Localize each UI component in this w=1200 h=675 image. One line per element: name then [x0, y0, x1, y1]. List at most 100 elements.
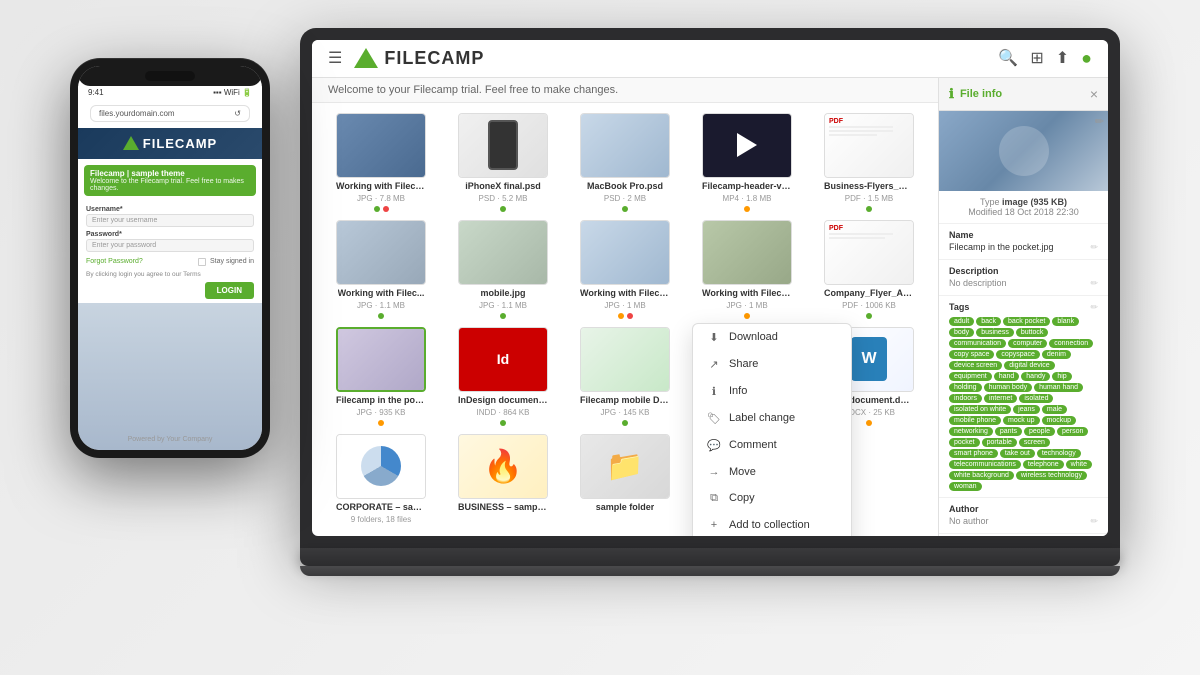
author-edit-icon[interactable]: ✏ [1090, 516, 1098, 527]
tag[interactable]: smart phone [949, 449, 998, 458]
phone-login-button[interactable]: LOGIN [205, 282, 254, 299]
tag[interactable]: white background [949, 471, 1014, 480]
file-item[interactable]: MacBook Pro.psd PSD · 2 MB [568, 113, 682, 212]
phone-username-input[interactable]: Enter your username [86, 214, 254, 227]
tag[interactable]: communication [949, 339, 1006, 348]
file-name: mobile.jpg [481, 288, 526, 298]
phone-stay-signed-checkbox[interactable] [198, 258, 206, 266]
file-item[interactable]: iPhoneX final.psd PSD · 5.2 MB [446, 113, 560, 212]
file-item[interactable]: Working with Filec... JPG · 1.1 MB [324, 220, 438, 319]
tag[interactable]: business [976, 328, 1014, 337]
context-menu-copy[interactable]: ⧉ Copy [693, 485, 851, 512]
tag[interactable]: handy [1021, 372, 1050, 381]
tag[interactable]: computer [1008, 339, 1047, 348]
tag[interactable]: screen [1019, 438, 1050, 447]
name-edit-icon[interactable]: ✏ [1090, 242, 1098, 253]
file-meta: 9 folders, 18 files [351, 515, 411, 524]
file-item[interactable]: Id InDesign document... INDD · 864 KB [446, 327, 560, 426]
tag[interactable]: copy space [949, 350, 994, 359]
tag[interactable]: pocket [949, 438, 980, 447]
context-menu-label-change[interactable]: 🏷 Label change [693, 405, 851, 432]
tag[interactable]: wireless technology [1016, 471, 1087, 480]
chart-icon [361, 446, 401, 486]
file-item[interactable]: Filecamp mobile DAM.jpg JPG · 145 KB [568, 327, 682, 426]
tag[interactable]: back [976, 317, 1001, 326]
tag[interactable]: telecommunications [949, 460, 1021, 469]
tag[interactable]: holding [949, 383, 982, 392]
tags-edit-icon[interactable]: ✏ [1090, 302, 1098, 314]
tag[interactable]: isolated [1019, 394, 1053, 403]
context-label-change-label: Label change [729, 412, 795, 424]
context-menu-download[interactable]: ⬇ Download [693, 324, 851, 351]
search-icon[interactable]: 🔍 [998, 48, 1018, 68]
tags-label: Tags [949, 302, 969, 312]
file-item[interactable]: Working with Filecamp 6.jpg JPG · 1 MB [568, 220, 682, 319]
tag[interactable]: people [1024, 427, 1055, 436]
context-menu-add-collection[interactable]: + Add to collection [693, 512, 851, 536]
tag[interactable]: jeans [1013, 405, 1040, 414]
tag[interactable]: white [1066, 460, 1092, 469]
tag[interactable]: device screen [949, 361, 1002, 370]
phone-url-bar[interactable]: files.yourdomain.com ↺ [90, 105, 250, 122]
tag[interactable]: internet [984, 394, 1017, 403]
user-icon[interactable]: ● [1081, 48, 1092, 69]
menu-icon[interactable]: ☰ [328, 48, 342, 68]
status-dot [500, 206, 506, 212]
tag[interactable]: human body [984, 383, 1033, 392]
tag[interactable]: digital device [1004, 361, 1054, 370]
tag[interactable]: hand [994, 372, 1020, 381]
context-menu-comment[interactable]: 💬 Comment [693, 432, 851, 459]
laptop-mockup: ☰ FILECAMP 🔍 ⊞ ⬆ ● [300, 28, 1120, 608]
tag[interactable]: mockup [1042, 416, 1077, 425]
file-item[interactable]: Filecamp-header-video.mp4 MP4 · 1.8 MB [690, 113, 804, 212]
tag[interactable]: body [949, 328, 974, 337]
file-item[interactable]: Working with Filecamp 3.jpg JPG · 1 MB [690, 220, 804, 319]
tag[interactable]: back pocket [1003, 317, 1050, 326]
tag[interactable]: person [1057, 427, 1088, 436]
tag[interactable]: pants [995, 427, 1022, 436]
preview-edit-icon[interactable]: ✏ [1095, 115, 1104, 128]
file-item[interactable]: Filecamp in the pocket.jpg JPG · 935 KB [324, 327, 438, 426]
phone-logo-triangle-icon [123, 136, 139, 150]
tag[interactable]: connection [1049, 339, 1093, 348]
upload-icon[interactable]: ⬆ [1056, 48, 1069, 68]
file-item[interactable]: CORPORATE – sam... 9 folders, 18 files [324, 434, 438, 524]
tag[interactable]: mobile phone [949, 416, 1001, 425]
context-menu-info[interactable]: ℹ Info [693, 378, 851, 405]
tag[interactable]: male [1042, 405, 1067, 414]
download-icon: ⬇ [707, 331, 721, 344]
tag[interactable]: equipment [949, 372, 992, 381]
phone-theme-sub: Welcome to the Filecamp trial. Feel free… [90, 178, 250, 192]
phone-password-input[interactable]: Enter your password [86, 239, 254, 252]
tag[interactable]: telephone [1023, 460, 1064, 469]
file-item[interactable]: 📁 sample folder [568, 434, 682, 524]
file-name: Filecamp in the pocket.jpg [336, 395, 426, 405]
phone-refresh-icon[interactable]: ↺ [234, 109, 241, 118]
tag[interactable]: isolated on white [949, 405, 1011, 414]
context-menu-share[interactable]: ↗ Share [693, 351, 851, 378]
tag[interactable]: technology [1037, 449, 1081, 458]
file-info-close-button[interactable]: × [1090, 86, 1098, 102]
tag[interactable]: copyspace [996, 350, 1039, 359]
phone-forgot-password[interactable]: Forgot Password? [86, 258, 143, 265]
file-item[interactable]: 🔥 BUSINESS – sample folder [446, 434, 560, 524]
tag[interactable]: denim [1042, 350, 1071, 359]
context-menu-move[interactable]: → Move [693, 459, 851, 485]
filter-icon[interactable]: ⊞ [1030, 48, 1043, 68]
file-item[interactable]: PDF Business-Flyers_A4.pdf PDF · 1.5 MB [812, 113, 926, 212]
file-item[interactable]: Working with Filecamp 2.jpg JPG · 7.8 MB [324, 113, 438, 212]
description-edit-icon[interactable]: ✏ [1090, 278, 1098, 289]
tag[interactable]: mock up [1003, 416, 1039, 425]
tag[interactable]: buttock [1016, 328, 1049, 337]
tag[interactable]: human hand [1034, 383, 1083, 392]
file-item[interactable]: PDF Company_Flyer_A4.pdf PDF · 1006 KB [812, 220, 926, 319]
tag[interactable]: networking [949, 427, 993, 436]
tag[interactable]: take out [1000, 449, 1035, 458]
file-item[interactable]: mobile.jpg JPG · 1.1 MB [446, 220, 560, 319]
tag[interactable]: indoors [949, 394, 982, 403]
tag[interactable]: portable [982, 438, 1017, 447]
tag[interactable]: adult [949, 317, 974, 326]
tag[interactable]: woman [949, 482, 982, 491]
tag[interactable]: hip [1052, 372, 1071, 381]
tag[interactable]: blank [1052, 317, 1079, 326]
